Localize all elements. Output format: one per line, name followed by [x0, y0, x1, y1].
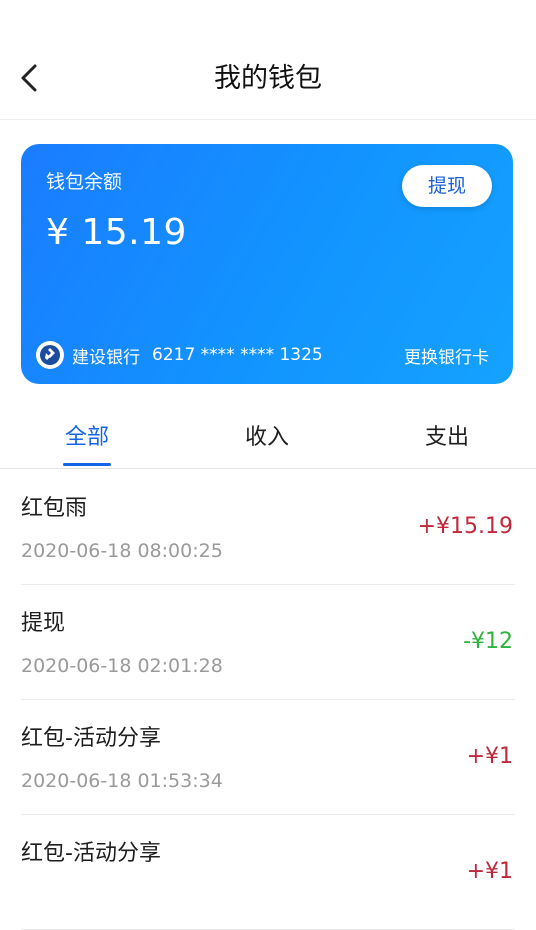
- transaction-title: 提现: [21, 611, 66, 636]
- bank-card-info: 建设银行 6217 **** **** 1325: [36, 340, 323, 370]
- tab-expense[interactable]: 支出: [404, 416, 490, 460]
- transaction-title: 红包-活动分享: [21, 726, 161, 751]
- transaction-amount: +¥1: [466, 859, 513, 884]
- active-tab-indicator: [63, 463, 111, 466]
- transaction-title: 红包雨: [21, 496, 88, 521]
- transaction-time: 2020-06-18 08:00:25: [21, 540, 223, 562]
- change-card-link[interactable]: 更换银行卡: [404, 343, 489, 368]
- transaction-title: 红包-活动分享: [21, 841, 161, 866]
- transaction-time: 2020-06-18 01:53:34: [21, 770, 223, 792]
- wallet-card: 钱包余额 ¥ 15.19 提现 建设银行 6217 **** **** 1325…: [21, 144, 513, 384]
- withdraw-button[interactable]: 提现: [402, 165, 492, 207]
- list-item[interactable]: 红包-活动分享 +¥1: [21, 815, 515, 930]
- page-title: 我的钱包: [214, 63, 322, 94]
- transaction-list: 红包雨 2020-06-18 08:00:25 +¥15.19 提现 2020-…: [0, 470, 536, 930]
- filter-tabs: 全部 收入 支出: [0, 408, 536, 469]
- transaction-amount: +¥15.19: [417, 514, 513, 539]
- transaction-amount: +¥1: [466, 744, 513, 769]
- transaction-time: 2020-06-18 02:01:28: [21, 655, 223, 677]
- balance-amount: ¥ 15.19: [46, 212, 187, 253]
- card-number: 6217 **** **** 1325: [152, 345, 323, 365]
- list-item[interactable]: 提现 2020-06-18 02:01:28 -¥12: [21, 585, 515, 700]
- tab-all[interactable]: 全部: [44, 416, 130, 460]
- balance-label: 钱包余额: [46, 171, 123, 193]
- bank-logo-icon: [36, 341, 64, 369]
- nav-bar: 我的钱包: [0, 0, 536, 120]
- list-item[interactable]: 红包-活动分享 2020-06-18 01:53:34 +¥1: [21, 700, 515, 815]
- bank-name: 建设银行: [72, 347, 140, 368]
- list-item[interactable]: 红包雨 2020-06-18 08:00:25 +¥15.19: [21, 470, 515, 585]
- tab-income[interactable]: 收入: [224, 416, 310, 460]
- transaction-amount: -¥12: [463, 629, 513, 654]
